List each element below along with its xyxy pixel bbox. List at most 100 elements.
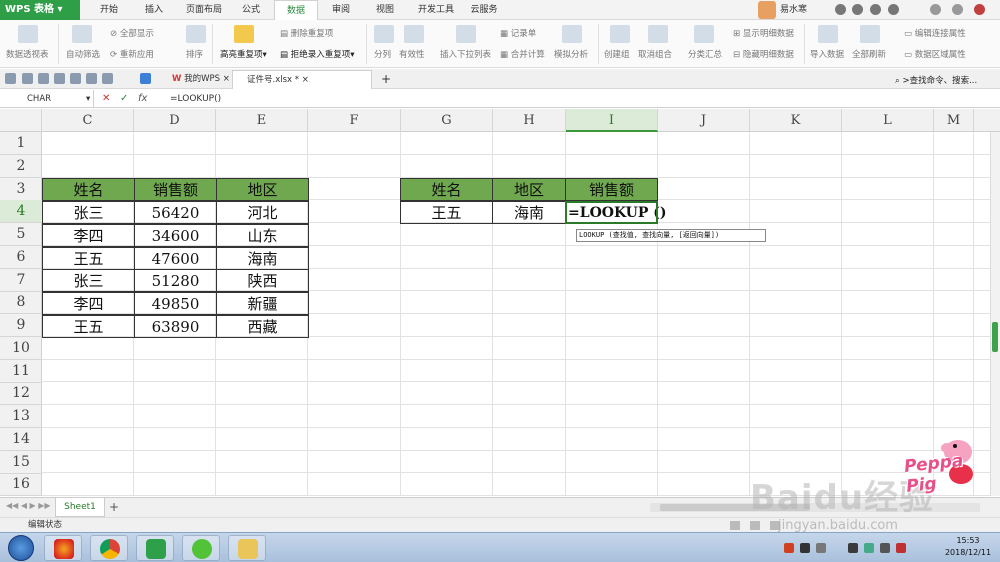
- sheet-tab-sheet1[interactable]: Sheet1: [55, 498, 105, 517]
- highlight-duplicates-icon[interactable]: [234, 25, 254, 43]
- t1-header-sales[interactable]: 销售额: [134, 178, 217, 201]
- split-button[interactable]: 分列: [374, 48, 391, 60]
- create-group-button[interactable]: 创建组: [604, 48, 630, 60]
- new-tab-button[interactable]: +: [376, 70, 396, 89]
- share-icon[interactable]: [888, 4, 899, 15]
- insert-dropdown-icon[interactable]: [456, 25, 476, 43]
- row-header-13[interactable]: 13: [0, 405, 42, 428]
- column-header-c[interactable]: C: [42, 109, 134, 132]
- column-header-h[interactable]: H: [493, 109, 566, 132]
- row-header-2[interactable]: 2: [0, 155, 42, 178]
- column-header-k[interactable]: K: [750, 109, 842, 132]
- t1-cell[interactable]: 河北: [216, 201, 309, 224]
- edit-links-button[interactable]: ▭ 编辑连接属性: [904, 27, 966, 39]
- menu-review[interactable]: 审阅: [322, 0, 360, 20]
- normal-view-icon[interactable]: [730, 521, 740, 530]
- t1-cell[interactable]: 王五: [42, 314, 135, 338]
- import-data-button[interactable]: 导入数据: [810, 48, 844, 60]
- t1-cell[interactable]: 56420: [134, 201, 217, 224]
- taskbar-explorer[interactable]: [228, 535, 266, 561]
- user-name[interactable]: 易水寒: [780, 2, 807, 18]
- row-header-15[interactable]: 15: [0, 451, 42, 474]
- pivot-table-icon[interactable]: [18, 25, 38, 43]
- t1-cell[interactable]: 51280: [134, 269, 217, 293]
- row-header-5[interactable]: 5: [0, 223, 42, 246]
- menu-data[interactable]: 数据: [274, 0, 318, 20]
- taskbar-wechat[interactable]: [182, 535, 220, 561]
- pivot-table-button[interactable]: 数据透视表: [6, 48, 49, 60]
- skin-icon[interactable]: [835, 4, 846, 15]
- row-header-3[interactable]: 3: [0, 178, 42, 201]
- t1-cell[interactable]: 李四: [42, 223, 135, 247]
- select-all-corner[interactable]: [0, 109, 42, 132]
- tray-icon-2[interactable]: [800, 543, 810, 553]
- ungroup-icon[interactable]: [648, 25, 668, 43]
- show-all-button[interactable]: ⊘ 全部显示: [110, 27, 154, 39]
- network-icon[interactable]: [864, 543, 874, 553]
- t1-cell[interactable]: 西藏: [216, 314, 309, 338]
- row-header-8[interactable]: 8: [0, 291, 42, 315]
- search-command-box[interactable]: ⌕ >查找命令、搜索...: [895, 74, 977, 86]
- flag-icon[interactable]: [848, 543, 858, 553]
- t1-cell[interactable]: 李四: [42, 292, 135, 315]
- t2-header-sales[interactable]: 销售额: [565, 178, 658, 201]
- page-layout-icon[interactable]: [750, 521, 760, 530]
- menu-insert[interactable]: 插入: [135, 0, 173, 20]
- column-header-g[interactable]: G: [401, 109, 493, 132]
- name-box[interactable]: CHAR ▾: [0, 90, 94, 108]
- fx-icon[interactable]: fx: [138, 90, 147, 108]
- validity-icon[interactable]: [404, 25, 424, 43]
- refresh-all-button[interactable]: 全部刷新: [852, 48, 886, 60]
- row-header-14[interactable]: 14: [0, 428, 42, 451]
- autofilter-button[interactable]: 自动筛选: [66, 48, 100, 60]
- t2-header-region[interactable]: 地区: [492, 178, 566, 201]
- menu-cloud[interactable]: 云服务: [464, 0, 504, 20]
- sort-button[interactable]: 排序: [186, 48, 203, 60]
- t1-header-name[interactable]: 姓名: [42, 178, 135, 201]
- volume-icon[interactable]: [880, 543, 890, 553]
- delete-duplicates-button[interactable]: ▤ 删除重复项: [280, 27, 333, 39]
- restore-icon[interactable]: [952, 4, 963, 15]
- t1-cell[interactable]: 张三: [42, 201, 135, 224]
- sheet-nav-icons[interactable]: ◀◀ ◀ ▶ ▶▶: [6, 501, 51, 510]
- column-header-f[interactable]: F: [308, 109, 401, 132]
- save-icon[interactable]: [22, 73, 33, 84]
- redo-icon[interactable]: [102, 73, 113, 84]
- split-icon[interactable]: [374, 25, 394, 43]
- hide-detail-button[interactable]: ⊟ 隐藏明细数据: [733, 48, 794, 60]
- open-icon[interactable]: [5, 73, 16, 84]
- preview-icon[interactable]: [70, 73, 81, 84]
- t1-cell[interactable]: 新疆: [216, 292, 309, 315]
- minimize-icon[interactable]: [930, 4, 941, 15]
- consolidate-button[interactable]: ▦ 合并计算: [500, 48, 545, 60]
- vertical-scroll-thumb[interactable]: [992, 322, 998, 352]
- menu-formula[interactable]: 公式: [233, 0, 269, 20]
- menu-page-layout[interactable]: 页面布局: [178, 0, 230, 20]
- reapply-button[interactable]: ⟳ 重新应用: [110, 48, 154, 60]
- row-header-4[interactable]: 4: [0, 200, 42, 224]
- tab-my-wps[interactable]: W 我的WPS ×: [158, 70, 230, 89]
- simulate-button[interactable]: 模拟分析: [554, 48, 588, 60]
- sheet-grid[interactable]: 姓名 销售额 地区 张三 56420 河北 李四 34600 山东 王五 47600 海南 张三 5…: [42, 132, 1000, 496]
- formula-input[interactable]: =LOOKUP(): [170, 90, 221, 108]
- row-header-6[interactable]: 6: [0, 246, 42, 269]
- row-header-10[interactable]: 10: [0, 337, 42, 360]
- t2-cell-name[interactable]: 王五: [400, 201, 493, 224]
- create-group-icon[interactable]: [610, 25, 630, 43]
- taskbar-app-1[interactable]: [44, 535, 82, 561]
- column-header-m[interactable]: M: [934, 109, 974, 132]
- t2-header-name[interactable]: 姓名: [400, 178, 493, 201]
- column-header-e[interactable]: E: [216, 109, 308, 132]
- cancel-icon[interactable]: ✕: [102, 90, 110, 108]
- t1-cell[interactable]: 王五: [42, 246, 135, 270]
- row-header-16[interactable]: 16: [0, 473, 42, 497]
- subtotal-button[interactable]: 分类汇总: [688, 48, 722, 60]
- clock[interactable]: 15:53 2018/12/11: [940, 535, 996, 559]
- row-header-1[interactable]: 1: [0, 132, 42, 155]
- column-header-i[interactable]: I: [566, 109, 658, 132]
- validity-button[interactable]: 有效性: [399, 48, 425, 60]
- t1-cell[interactable]: 49850: [134, 292, 217, 315]
- column-header-j[interactable]: J: [658, 109, 750, 132]
- insert-dropdown-button[interactable]: 插入下拉列表: [440, 48, 491, 60]
- taskbar-chrome[interactable]: [90, 535, 128, 561]
